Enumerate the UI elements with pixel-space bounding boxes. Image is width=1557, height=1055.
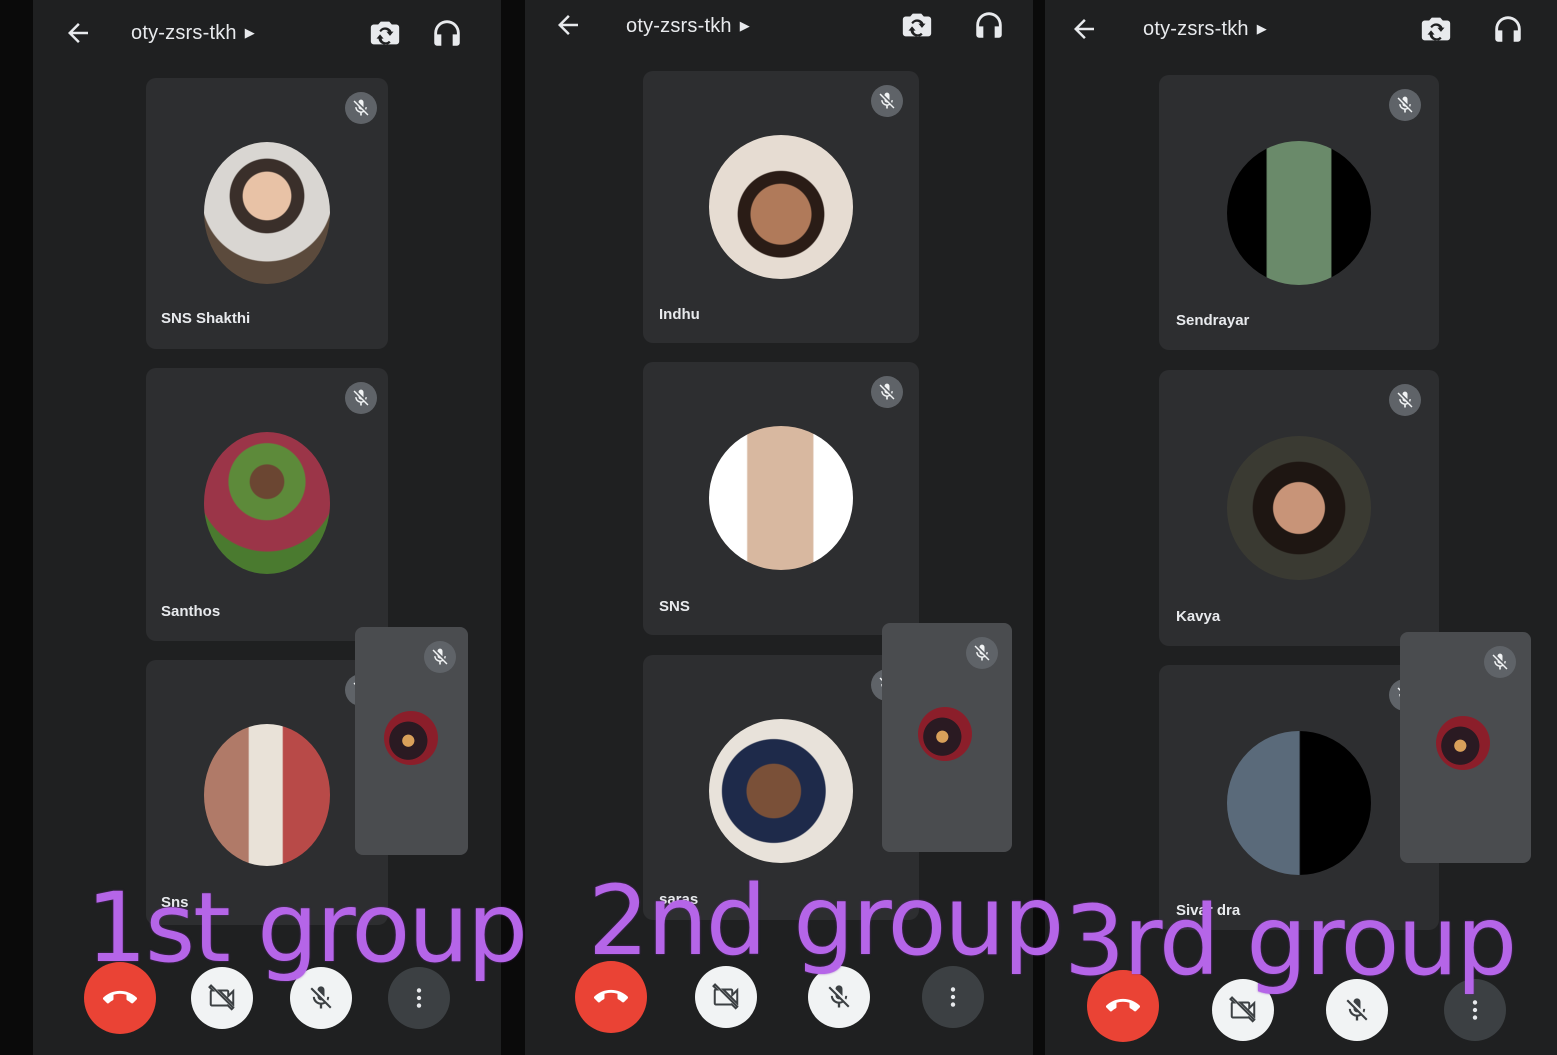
avatar — [1227, 436, 1371, 580]
meeting-code-label: oty-zsrs-tkh — [626, 15, 732, 37]
video-off-icon — [711, 982, 741, 1012]
arrow-left-icon[interactable] — [63, 18, 93, 48]
meeting-code[interactable]: oty-zsrs-tkh ▶ — [131, 22, 255, 45]
top-bar: oty-zsrs-tkh ▶ — [33, 8, 501, 58]
avatar — [204, 432, 330, 574]
participant-tile[interactable]: SNS Shakthi — [146, 78, 388, 349]
switch-camera-icon[interactable] — [368, 16, 402, 50]
avatar — [384, 711, 438, 765]
caret-right-icon: ▶ — [739, 18, 750, 33]
mic-off-icon — [1343, 996, 1371, 1024]
switch-camera-icon[interactable] — [1419, 12, 1453, 46]
meeting-code[interactable]: oty-zsrs-tkh ▶ — [626, 15, 750, 38]
participant-tile[interactable]: Santhos — [146, 368, 388, 641]
participant-tile[interactable]: Indhu — [643, 71, 919, 343]
meeting-code-label: oty-zsrs-tkh — [1143, 18, 1249, 40]
top-bar: oty-zsrs-tkh ▶ — [525, 8, 1033, 58]
headphones-icon[interactable] — [972, 8, 1006, 42]
mic-off-icon — [1389, 384, 1421, 416]
participant-name: Indhu — [659, 306, 700, 323]
mic-off-icon — [307, 984, 335, 1012]
participant-tile[interactable]: Sendrayar — [1159, 75, 1439, 350]
video-off-icon — [207, 983, 237, 1013]
mic-off-icon — [345, 382, 377, 414]
participant-tile[interactable]: SNS — [643, 362, 919, 635]
self-view-tile[interactable] — [355, 627, 468, 855]
more-vert-icon — [1462, 997, 1488, 1023]
participant-name: SNS — [659, 598, 690, 615]
mic-off-icon — [1484, 646, 1516, 678]
more-vert-icon — [406, 985, 432, 1011]
caret-right-icon: ▶ — [244, 25, 255, 40]
self-view-tile[interactable] — [1400, 632, 1531, 863]
avatar — [204, 724, 330, 866]
headphones-icon[interactable] — [430, 16, 464, 50]
group-label-1: 1st group — [86, 872, 528, 984]
avatar — [1227, 731, 1371, 875]
participant-tile[interactable]: Kavya — [1159, 370, 1439, 646]
switch-camera-icon[interactable] — [900, 8, 934, 42]
self-view-tile[interactable] — [882, 623, 1012, 852]
group-label-2: 2nd group — [588, 865, 1064, 977]
avatar — [1227, 141, 1371, 285]
participant-name: Sendrayar — [1176, 312, 1250, 329]
mic-off-icon — [871, 85, 903, 117]
participant-name: SNS Shakthi — [161, 310, 251, 327]
group-label-3: 3rd group — [1064, 885, 1517, 997]
headphones-icon[interactable] — [1491, 12, 1525, 46]
meeting-code-label: oty-zsrs-tkh — [131, 22, 237, 44]
avatar — [1436, 716, 1490, 770]
video-off-icon — [1228, 995, 1258, 1025]
mic-off-icon — [424, 641, 456, 673]
participant-name: Santhos — [161, 603, 221, 620]
avatar — [709, 719, 853, 863]
mic-off-icon — [345, 92, 377, 124]
top-bar: oty-zsrs-tkh ▶ — [1045, 8, 1557, 58]
meeting-code[interactable]: oty-zsrs-tkh ▶ — [1143, 18, 1267, 41]
caret-right-icon: ▶ — [1256, 21, 1267, 36]
arrow-left-icon[interactable] — [553, 10, 583, 40]
avatar — [709, 135, 853, 279]
mic-off-icon — [825, 983, 853, 1011]
avatar — [204, 142, 330, 284]
arrow-left-icon[interactable] — [1069, 14, 1099, 44]
more-vert-icon — [940, 984, 966, 1010]
avatar — [709, 426, 853, 570]
mic-off-icon — [871, 376, 903, 408]
mic-off-icon — [1389, 89, 1421, 121]
participant-name: Kavya — [1176, 608, 1221, 625]
mic-off-icon — [966, 637, 998, 669]
avatar — [918, 707, 972, 761]
